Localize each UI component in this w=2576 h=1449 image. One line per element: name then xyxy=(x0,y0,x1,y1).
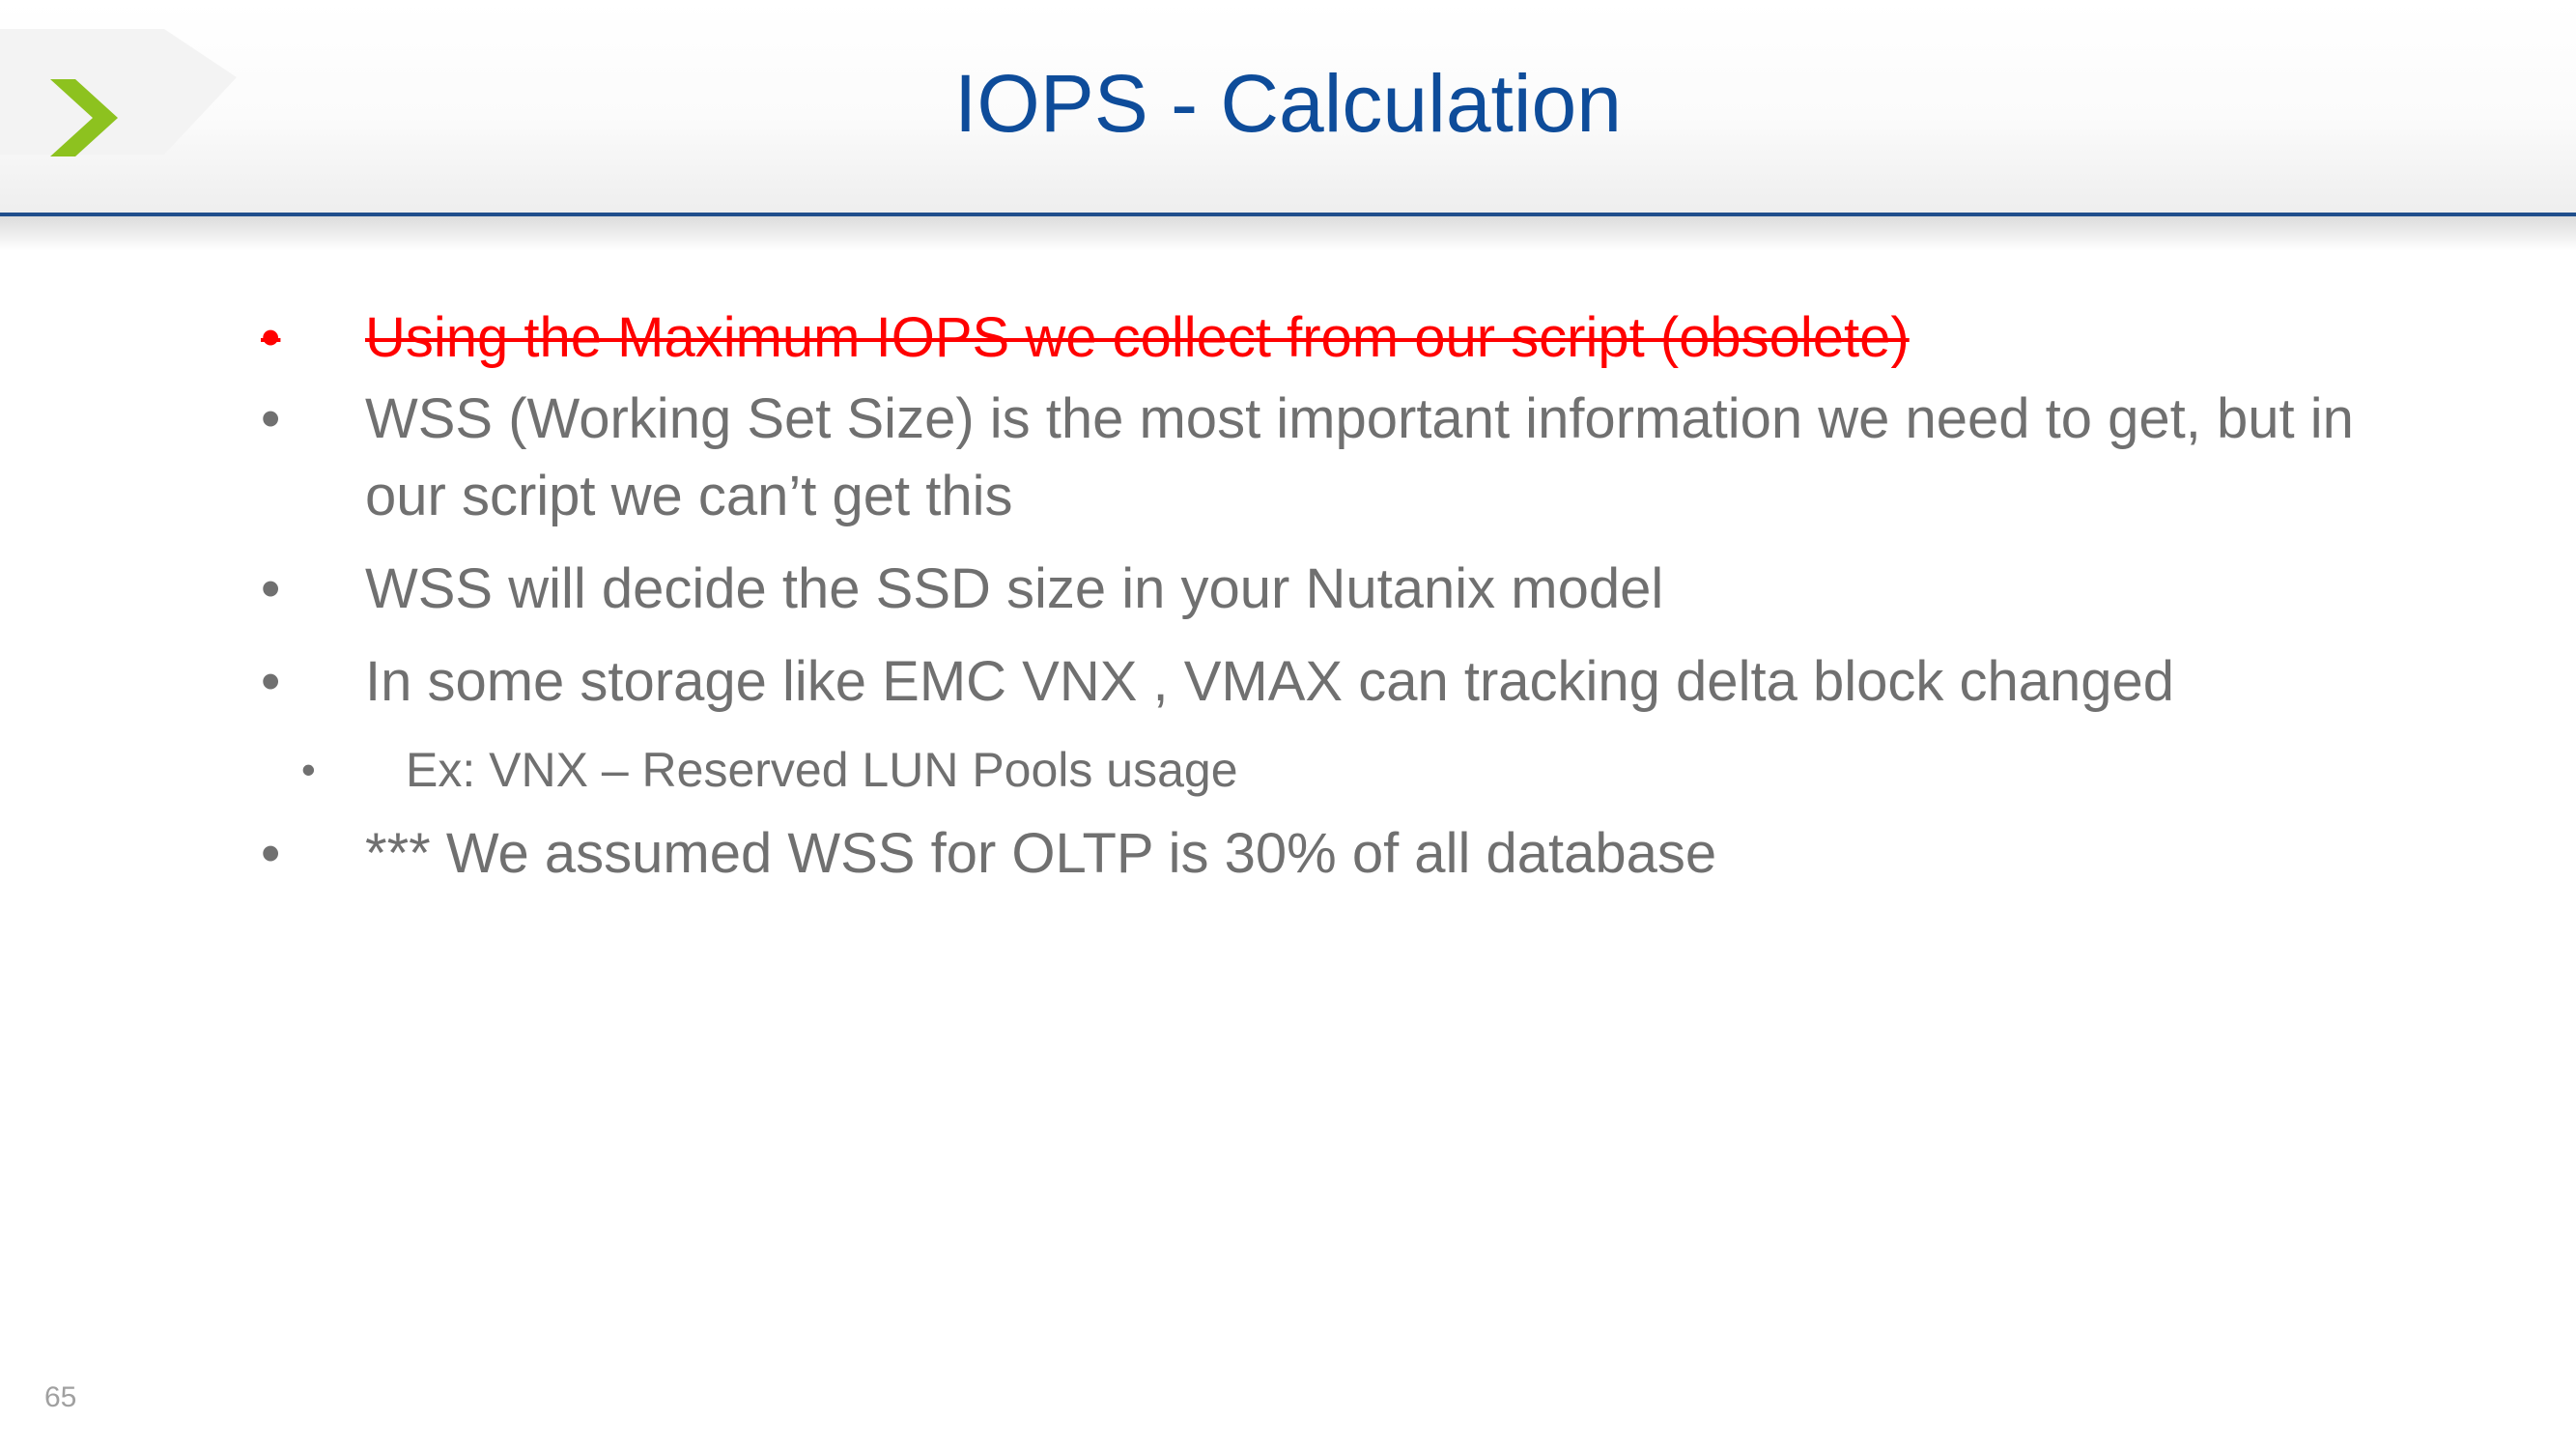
list-item-text: WSS will decide the SSD size in your Nut… xyxy=(365,557,1664,620)
list-item-text: In some storage like EMC VNX , VMAX can … xyxy=(365,650,2174,713)
list-item: • WSS (Working Set Size) is the most imp… xyxy=(261,381,2415,535)
bullet-list: • Using the Maximum IOPS we collect from… xyxy=(261,299,2415,908)
bullet-marker: • xyxy=(261,822,281,885)
slide-title: IOPS - Calculation xyxy=(954,58,1622,149)
bullet-marker: • xyxy=(301,747,316,792)
list-item: • WSS will decide the SSD size in your N… xyxy=(261,551,2415,628)
list-item-text: Using the Maximum IOPS we collect from o… xyxy=(365,306,1910,369)
list-item-obsolete: • Using the Maximum IOPS we collect from… xyxy=(261,299,2415,377)
bullet-marker: • xyxy=(261,306,281,369)
page-number: 65 xyxy=(44,1381,77,1413)
list-item-text: WSS (Working Set Size) is the most impor… xyxy=(365,387,2354,527)
bullet-marker: • xyxy=(261,557,281,620)
bullet-marker: • xyxy=(261,387,281,450)
sub-list-item: • Ex: VNX – Reserved LUN Pools usage xyxy=(261,736,2415,804)
list-item-text: *** We assumed WSS for OLTP is 30% of al… xyxy=(365,822,1717,885)
bullet-marker: • xyxy=(261,650,281,713)
list-item: • In some storage like EMC VNX , VMAX ca… xyxy=(261,643,2415,721)
list-item-text: Ex: VNX – Reserved LUN Pools usage xyxy=(406,743,1238,797)
header-shadow xyxy=(0,216,2576,251)
list-item: • *** We assumed WSS for OLTP is 30% of … xyxy=(261,815,2415,893)
